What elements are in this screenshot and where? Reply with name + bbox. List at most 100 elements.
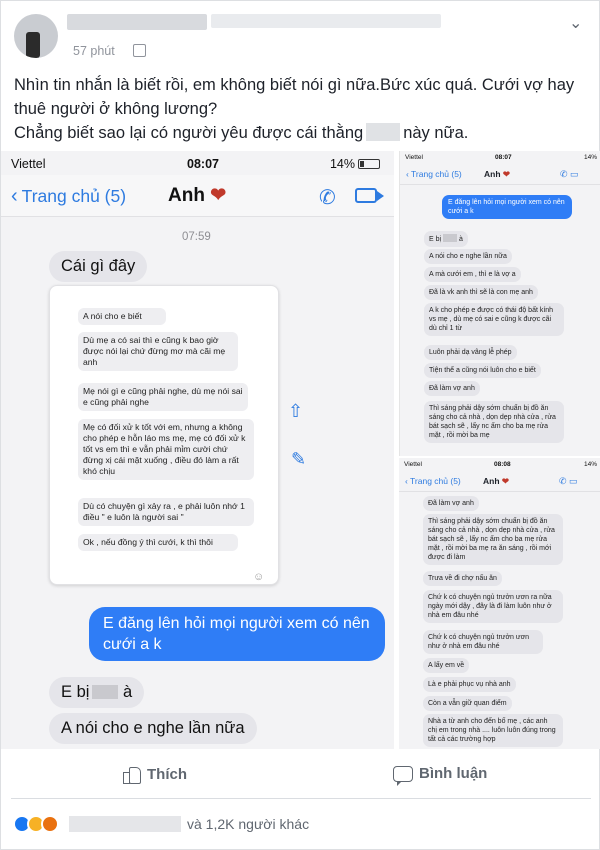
post-photo[interactable]: Viettel 08:07 14% ‹ Trang chủ (5) Anh ❤ ✆… bbox=[1, 151, 600, 749]
message-bubble: A nói cho e biết bbox=[78, 308, 166, 325]
back-label: Trang chủ (5) bbox=[21, 186, 127, 206]
angry-reaction-icon bbox=[41, 815, 59, 833]
chat-nav: ‹ Trang chủ (5) Anh ❤ ✆ ▭ bbox=[399, 472, 600, 492]
back-button: ‹ Trang chủ (5) bbox=[11, 185, 126, 208]
contact-label: Anh bbox=[483, 476, 500, 486]
message-bubble: Mẹ có đối xử k tốt với em, nhưng a không… bbox=[78, 419, 254, 480]
battery-percent: 14% bbox=[329, 157, 355, 171]
message-bubble: Mẹ nói gì e cũng phải nghe, dù mẹ nói sa… bbox=[78, 383, 248, 411]
post-time[interactable]: 57 phút bbox=[73, 44, 115, 58]
message-bubble: Cái gì đây bbox=[49, 251, 148, 282]
chat-screenshot-bottom-right: Viettel 08:08 14% ‹ Trang chủ (5) Anh ❤ ✆ ▭ … bbox=[399, 456, 600, 749]
message-bubble: E bị à bbox=[49, 677, 145, 708]
contact-name: Anh ❤ bbox=[168, 184, 226, 207]
redacted-word bbox=[366, 123, 401, 141]
carrier: Viettel bbox=[11, 157, 46, 171]
reactor-names-redacted bbox=[69, 816, 181, 832]
message-bubble: Đã làm vợ anh bbox=[423, 496, 479, 511]
status-bar: Viettel 08:08 14% bbox=[399, 458, 600, 472]
clock: 08:07 bbox=[187, 157, 219, 171]
like-button[interactable]: Thích bbox=[123, 765, 187, 784]
carrier: Viettel bbox=[404, 461, 422, 468]
author-name-redacted[interactable] bbox=[67, 14, 207, 30]
post-caption: Nhìn tin nhắn là biết rồi, em không biết… bbox=[14, 73, 594, 145]
broken-heart-icon: ❤ bbox=[501, 476, 510, 486]
message-bubble-sent: E đăng lên hỏi mọi người xem có nên cưới… bbox=[89, 607, 385, 661]
back-button: ‹ Trang chủ (5) bbox=[405, 476, 461, 486]
avatar[interactable] bbox=[14, 14, 58, 58]
message-bubble: Chứ k có chuyện ngủ trưởn ươn ra nữa ngà… bbox=[423, 590, 563, 623]
message-bubble: A k cho phép e được có thái độ bất kính … bbox=[424, 303, 564, 336]
carrier: Viettel bbox=[405, 154, 423, 161]
facebook-post: 57 phút ⌄ Nhìn tin nhắn là biết rồi, em … bbox=[0, 0, 600, 850]
message-bubble: A nói cho e nghe lần nữa bbox=[49, 713, 257, 744]
message-bubble: Trưa về đi chợ nấu ăn bbox=[423, 571, 502, 586]
message-bubble: E bị à bbox=[424, 231, 468, 247]
message-bubble: Ok , nếu đồng ý thì cưới, k thì thôi bbox=[78, 534, 238, 551]
message-bubble: Đã là vk anh thì sẽ là con mẹ anh bbox=[424, 285, 538, 300]
comment-label: Bình luận bbox=[419, 765, 488, 782]
redacted-word bbox=[443, 234, 458, 242]
caption-text: này nữa. bbox=[403, 124, 469, 142]
chat-screenshot-main: Viettel 08:07 14% ‹ Trang chủ (5) Anh ❤ ✆… bbox=[1, 151, 394, 749]
message-text: E bị bbox=[429, 236, 442, 243]
contact-name: Anh ❤ bbox=[483, 476, 509, 487]
message-bubble: Thì sáng phải dậy sớm chuẩn bị đồ ăn sán… bbox=[423, 514, 563, 565]
pencil-icon: ✎ bbox=[291, 449, 307, 469]
message-card: A nói cho e biết Dù mẹ a có sai thì e cũ… bbox=[49, 285, 279, 585]
message-bubble: Thì sáng phải dậy sớm chuẩn bị đồ ăn sán… bbox=[424, 401, 564, 443]
battery: 14% bbox=[583, 154, 597, 161]
chat-nav: ‹ Trang chủ (5) Anh ❤ ✆ ▭ bbox=[400, 165, 600, 185]
like-label: Thích bbox=[147, 765, 187, 783]
post-actions: Thích Bình luận bbox=[11, 753, 591, 799]
video-icon bbox=[355, 188, 384, 203]
reaction-count[interactable]: và 1,2K người khác bbox=[187, 816, 309, 832]
message-bubble: A mà cưới em , thì e là vợ a bbox=[424, 267, 521, 282]
comment-icon bbox=[393, 765, 413, 786]
header-redacted bbox=[211, 14, 441, 28]
back-label: Trang chủ (5) bbox=[410, 476, 461, 486]
message-text: à bbox=[123, 683, 133, 701]
message-bubble: Dù mẹ a có sai thì e cũng k bao giờ được… bbox=[78, 332, 238, 371]
contact-label: Anh bbox=[168, 185, 205, 206]
chat-nav: ‹ Trang chủ (5) Anh ❤ ✆ bbox=[1, 175, 394, 217]
comment-button[interactable]: Bình luận bbox=[393, 765, 488, 786]
contact-name: Anh ❤ bbox=[484, 169, 510, 180]
message-bubble: Tiện thể a cũng nói luôn cho e biết bbox=[424, 363, 541, 378]
message-bubble: Nhà a từ anh cho đến bố mẹ , các anh chị… bbox=[423, 714, 563, 747]
share-icon: ⇧ bbox=[288, 401, 304, 421]
caption-line: Nhìn tin nhắn là biết rồi, em không biết… bbox=[14, 76, 575, 118]
message-bubble-sent: E đăng lên hỏi mọi người xem có nên cưới… bbox=[442, 195, 572, 219]
message-bubble: A nói cho e nghe lần nữa bbox=[424, 249, 512, 264]
message-bubble: Là e phải phục vụ nhà anh bbox=[423, 677, 516, 692]
status-bar: Viettel 08:07 14% bbox=[400, 151, 600, 165]
contact-label: Anh bbox=[484, 169, 501, 179]
message-bubble: Luôn phải dạ vâng lễ phép bbox=[424, 345, 517, 360]
redacted-word bbox=[92, 685, 119, 699]
audience-icon[interactable] bbox=[133, 44, 146, 57]
message-bubble: Đã làm vợ anh bbox=[424, 381, 480, 396]
message-bubble: Dù có chuyện gì xảy ra , e phải luôn nhớ… bbox=[78, 498, 254, 526]
chevron-left-icon: ‹ bbox=[11, 185, 18, 207]
battery: 14% bbox=[330, 157, 380, 171]
clock: 08:08 bbox=[494, 461, 511, 468]
clock: 08:07 bbox=[495, 154, 512, 161]
caption-line: Chẳng biết sao lại có người yêu được cái… bbox=[14, 121, 594, 145]
chat-timestamp: 07:59 bbox=[182, 231, 211, 243]
caption-text: Chẳng biết sao lại có người yêu được cái… bbox=[14, 124, 364, 142]
broken-heart-icon: ❤ bbox=[502, 169, 511, 179]
thumbs-up-icon bbox=[123, 765, 141, 784]
battery-icon bbox=[358, 159, 380, 169]
message-bubble: Chứ k có chuyện ngủ trưởn ươn như ở nhà … bbox=[423, 630, 543, 654]
back-label: Trang chủ (5) bbox=[411, 169, 462, 179]
broken-heart-icon: ❤ bbox=[210, 185, 227, 206]
chevron-down-icon[interactable]: ⌄ bbox=[569, 13, 582, 33]
message-text: E bị bbox=[61, 683, 90, 701]
phone-icon: ✆ ▭ bbox=[559, 476, 578, 486]
reactions-bar[interactable]: và 1,2K người khác bbox=[13, 813, 309, 835]
post-header: 57 phút ⌄ bbox=[1, 1, 600, 65]
back-button: ‹ Trang chủ (5) bbox=[406, 169, 462, 179]
battery: 14% bbox=[583, 461, 597, 468]
phone-icon: ✆ ▭ bbox=[560, 169, 579, 179]
phone-icon: ✆ bbox=[319, 187, 336, 209]
